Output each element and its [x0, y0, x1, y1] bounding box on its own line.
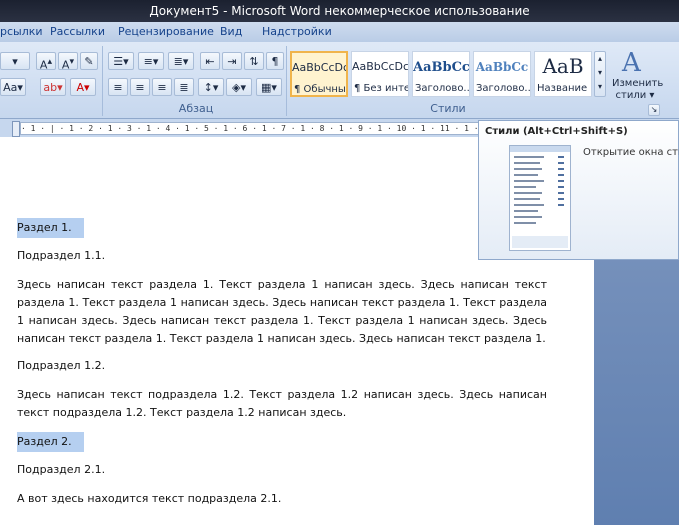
style-no-spacing[interactable]: AaBbCcDc ¶ Без инте... — [351, 51, 409, 97]
multilevel-list-icon[interactable]: ≣▾ — [168, 52, 194, 70]
style-sample: AaBbCcDc — [292, 61, 348, 74]
style-sample: AaBbCc — [475, 60, 529, 74]
style-title[interactable]: AaB Название — [534, 51, 592, 97]
subsection-1-2: Подраздел 1.2. — [17, 359, 106, 372]
group-separator — [102, 46, 103, 116]
align-left-icon[interactable]: ≡ — [108, 78, 128, 96]
style-sample: AaBbCc — [413, 60, 470, 75]
increase-indent-icon[interactable]: ⇥ — [222, 52, 242, 70]
grow-font-button[interactable]: A▴ — [36, 52, 56, 72]
tab-mailings[interactable]: Рассылки — [50, 25, 105, 38]
heading-section-2: Раздел 2. — [17, 432, 547, 452]
subsection-1-1: Подраздел 1.1. — [17, 249, 106, 262]
ribbon-tabs: рсылки Рассылки Рецензирование Вид Надст… — [0, 22, 679, 43]
justify-icon[interactable]: ≣ — [174, 78, 194, 96]
align-right-icon[interactable]: ≡ — [152, 78, 172, 96]
styles-pane-thumbnail — [509, 145, 571, 251]
style-normal[interactable]: AaBbCcDc ¶ Обычный — [290, 51, 348, 97]
tab-view[interactable]: Вид — [220, 25, 242, 38]
styles-group-label: Стили — [430, 102, 466, 115]
subsection-2-1: Подраздел 2.1. — [17, 463, 106, 476]
change-styles-label2: стили ▾ — [615, 90, 655, 101]
tab-addins[interactable]: Надстройки — [262, 25, 332, 38]
highlight-color-button[interactable]: ab▾ — [40, 78, 66, 96]
paragraph-1: Здесь написан текст раздела 1. Текст раз… — [17, 278, 547, 345]
style-heading2[interactable]: AaBbCc Заголово... — [473, 51, 531, 97]
heading-section-1: Раздел 1. — [17, 218, 547, 238]
gallery-scroll[interactable]: ▴ ▾ ▾ — [594, 51, 606, 97]
sort-icon[interactable]: ⇅ — [244, 52, 264, 70]
paragraph-2: Здесь написан текст подраздела 1.2. Текс… — [17, 388, 547, 419]
style-heading1[interactable]: AaBbCc Заголово... — [412, 51, 470, 97]
pilcrow-icon[interactable]: ¶ — [266, 52, 284, 70]
style-caption: Заголово... — [476, 83, 530, 94]
ruler-scale: · 1 · | · 1 · 2 · 1 · 3 · 1 · 4 · 1 · 5 … — [20, 122, 490, 135]
style-caption: Название — [537, 83, 588, 94]
window-title: Документ5 - Microsoft Word некоммерческо… — [149, 4, 530, 18]
align-center-icon[interactable]: ≡ — [130, 78, 150, 96]
indent-marker-icon[interactable] — [12, 121, 20, 137]
style-caption: ¶ Обычный — [294, 84, 346, 95]
section-text: Раздел 1. — [17, 218, 84, 238]
paragraph-3: А вот здесь находится текст подраздела 2… — [17, 492, 282, 505]
font-size-box[interactable]: ▾ — [0, 52, 30, 70]
clear-format-icon[interactable]: ✎ — [80, 52, 98, 70]
style-caption: ¶ Без инте... — [354, 83, 408, 94]
shrink-font-button[interactable]: A▾ — [58, 52, 78, 72]
style-sample: AaB — [542, 54, 584, 78]
tooltip-title: Стили (Alt+Ctrl+Shift+S) — [485, 126, 628, 137]
shading-icon[interactable]: ◈▾ — [226, 78, 252, 96]
chevron-down-icon: ▾ — [12, 55, 18, 68]
borders-icon[interactable]: ▦▾ — [256, 78, 282, 96]
change-styles-button[interactable]: A Изменить стили ▾ — [612, 48, 664, 101]
style-sample: AaBbCcDc — [352, 60, 409, 73]
bullets-icon[interactable]: ☰▾ — [108, 52, 134, 70]
decrease-indent-icon[interactable]: ⇤ — [200, 52, 220, 70]
tab-mailings-partial[interactable]: рсылки — [0, 25, 43, 38]
title-bar: Документ5 - Microsoft Word некоммерческо… — [0, 0, 679, 22]
styles-tooltip: Стили (Alt+Ctrl+Shift+S) Открытие окна с… — [478, 120, 679, 260]
group-separator — [286, 46, 287, 116]
change-case-button[interactable]: Aa▾ — [0, 78, 26, 96]
style-caption: Заголово... — [415, 83, 469, 94]
font-color-button[interactable]: A▾ — [70, 78, 96, 96]
styles-dialog-launcher[interactable]: ↘ — [648, 104, 660, 116]
styles-pane-preview-icon — [510, 146, 570, 248]
numbering-icon[interactable]: ≡▾ — [138, 52, 164, 70]
line-spacing-icon[interactable]: ↕▾ — [198, 78, 224, 96]
change-styles-icon: A — [622, 48, 641, 78]
change-styles-label: Изменить — [612, 78, 664, 89]
paragraph-group-label: Абзац — [178, 102, 214, 115]
section-text: Раздел 2. — [17, 432, 84, 452]
tooltip-description: Открытие окна стилей — [583, 147, 679, 158]
ribbon: ▾ A▴ A▾ ✎ Aa▾ ab▾ A▾ ☰▾ ≡▾ ≣▾ ⇤ ⇥ ⇅ ¶ ≡ … — [0, 42, 679, 119]
tab-review[interactable]: Рецензирование — [118, 25, 214, 38]
